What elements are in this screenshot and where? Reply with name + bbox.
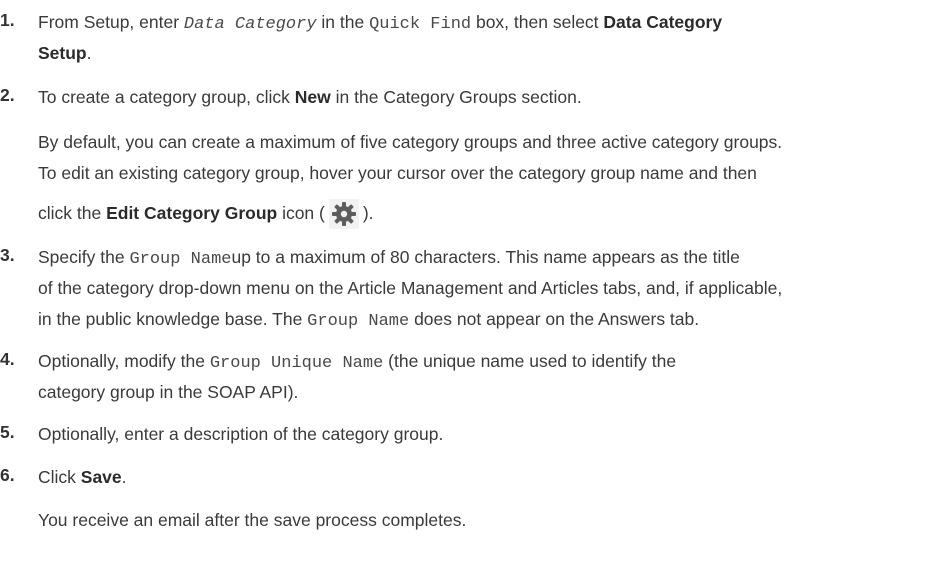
step-text-line: of the category drop-down menu on the Ar…: [38, 278, 783, 298]
text: Specify the: [38, 247, 130, 267]
text: ).: [362, 203, 374, 223]
text: click the: [38, 203, 107, 223]
gear-icon: [328, 199, 359, 230]
bold-term: Setup: [38, 43, 87, 63]
bold-term: Save: [80, 467, 122, 487]
text: up to a maximum of 80 characters. This n…: [231, 247, 740, 267]
step-text-line: Setup.: [38, 41, 92, 65]
step-paragraph: click the Edit Category Group icon ( ).: [38, 198, 374, 230]
text: To create a category group, click: [38, 87, 295, 107]
text: in the public knowledge base. The: [38, 309, 308, 329]
code-term: Group Name: [307, 312, 410, 331]
text: .: [121, 467, 127, 487]
text: (the unique name used to identify the: [383, 351, 677, 371]
step-number: 6.: [0, 465, 15, 485]
step-number: 2.: [0, 85, 15, 105]
code-term: Data Category: [183, 15, 317, 34]
code-term: Quick Find: [369, 15, 472, 34]
step-text-line: To create a category group, click New in…: [38, 85, 582, 109]
text: Click: [38, 467, 81, 487]
text: in the: [316, 12, 370, 32]
step-text-line: Optionally, enter a description of the c…: [38, 424, 444, 444]
text: From Setup, enter: [38, 12, 184, 32]
code-term: Group Name: [129, 250, 232, 269]
text: in the Category Groups section.: [330, 87, 582, 107]
text: Optionally, modify the: [38, 351, 210, 371]
step-number: 5.: [0, 422, 15, 442]
step-text-line: Specify the Group Nameup to a maximum of…: [38, 245, 740, 272]
bold-term: New: [294, 87, 331, 107]
step-paragraph: By default, you can create a maximum of …: [38, 132, 783, 152]
step-text-line: in the public knowledge base. The Group …: [38, 307, 699, 334]
step-number: 4.: [0, 349, 15, 369]
step-number: 3.: [0, 245, 15, 265]
text: does not appear on the Answers tab.: [409, 309, 700, 329]
step-text-line: Click Save.: [38, 465, 127, 489]
step-paragraph: You receive an email after the save proc…: [38, 510, 467, 530]
bold-term: Data Category: [603, 12, 723, 32]
code-term: Group Unique Name: [209, 354, 384, 373]
step-text-line: category group in the SOAP API).: [38, 382, 299, 402]
text: box, then select: [471, 12, 604, 32]
text: .: [86, 43, 92, 63]
instruction-document: 1. From Setup, enter Data Category in th…: [0, 0, 951, 583]
step-number: 1.: [0, 10, 15, 30]
step-text-line: From Setup, enter Data Category in the Q…: [38, 10, 722, 37]
step-paragraph: To edit an existing category group, hove…: [38, 163, 757, 183]
bold-term: Edit Category Group: [106, 203, 278, 223]
text: icon (: [277, 203, 325, 223]
step-text-line: Optionally, modify the Group Unique Name…: [38, 349, 676, 376]
